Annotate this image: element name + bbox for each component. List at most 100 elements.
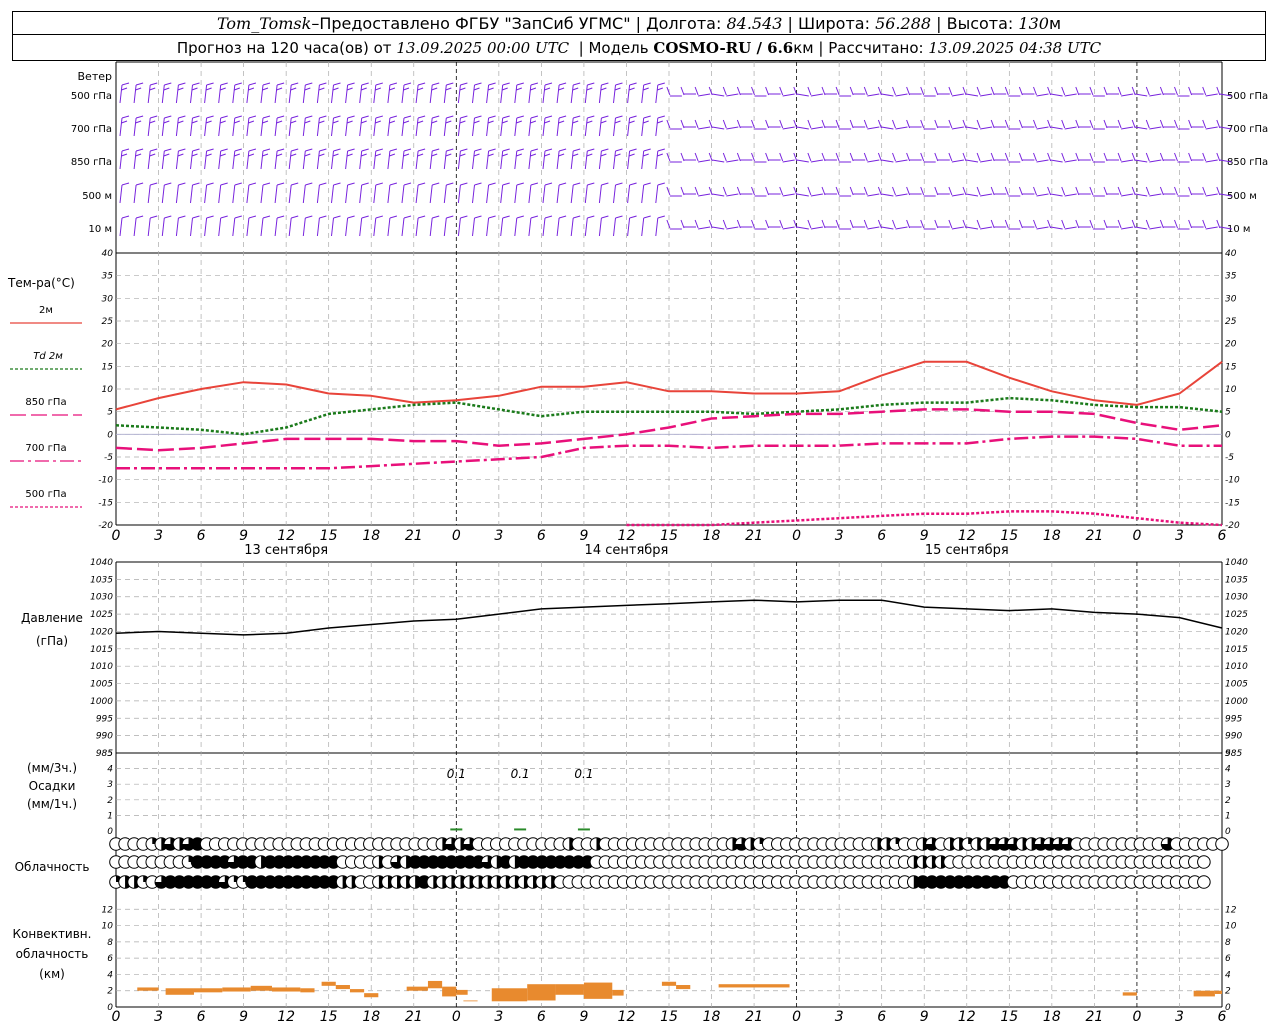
y-tick-label: -15 xyxy=(98,498,113,508)
convective-cloud-bar xyxy=(442,986,457,997)
wind-barb xyxy=(443,184,447,204)
wind-barb xyxy=(218,150,222,170)
wind-barb xyxy=(316,150,320,170)
wind-barb xyxy=(373,150,377,170)
wind-barb xyxy=(613,117,616,137)
wind-barb xyxy=(291,215,299,219)
wind-barb xyxy=(432,115,440,119)
wind-barb xyxy=(204,150,208,170)
wind-barb xyxy=(544,115,553,119)
wind-barb xyxy=(542,150,546,170)
wind-barb xyxy=(500,184,504,204)
wind-barb xyxy=(177,120,184,124)
wind-barb xyxy=(516,153,522,157)
wind-barb xyxy=(573,115,581,119)
wind-barb xyxy=(135,115,144,119)
wind-barb xyxy=(1050,226,1063,230)
wind-barb xyxy=(302,184,306,204)
wind-barb xyxy=(276,120,283,124)
wind-barb xyxy=(810,159,823,163)
wind-barb xyxy=(1121,126,1134,130)
wind-barb xyxy=(121,153,128,157)
wind-barb xyxy=(528,217,532,237)
wind-barb xyxy=(246,184,250,204)
wind-barb xyxy=(807,86,812,96)
wind-barb xyxy=(501,87,508,91)
cloud-symbol xyxy=(1197,855,1211,869)
convective-cloud-bar xyxy=(527,984,556,1001)
wind-barb xyxy=(472,84,475,104)
wind-barb xyxy=(457,117,461,137)
x-tick-label: 15 xyxy=(660,1009,678,1024)
y-tick-label: 6 xyxy=(1225,954,1231,964)
wind-barb xyxy=(248,148,257,152)
wind-barb xyxy=(177,153,184,157)
x-tick-label: 9 xyxy=(579,528,588,544)
wind-barb xyxy=(530,153,537,157)
wind-barb xyxy=(161,150,165,170)
wind-level-label: 500 гПа xyxy=(1227,91,1268,102)
wind-barb xyxy=(881,126,894,130)
wind-barb xyxy=(516,148,524,152)
wind-barb xyxy=(680,119,685,129)
wind-barb xyxy=(849,186,854,196)
wind-level-label: 500 гПа xyxy=(71,91,112,102)
wind-barb xyxy=(488,182,496,186)
wind-barb xyxy=(204,117,208,137)
wind-barb xyxy=(206,115,214,119)
wind-barb xyxy=(234,215,242,219)
wind-barb xyxy=(274,217,278,237)
wind-barb xyxy=(246,150,250,170)
x-tick-label: 9 xyxy=(920,1009,929,1024)
wind-barb xyxy=(934,152,939,162)
wind-barb xyxy=(1145,186,1150,196)
wind-barb xyxy=(401,117,405,137)
y-tick-label: 20 xyxy=(1225,340,1237,350)
wind-barb xyxy=(375,215,383,219)
wind-barb xyxy=(722,219,727,229)
wind-barb xyxy=(544,87,551,91)
wind-barb xyxy=(473,120,480,124)
wind-barb xyxy=(627,84,631,104)
wind-barb xyxy=(796,193,809,197)
wind-barb xyxy=(401,84,405,104)
wind-barb xyxy=(135,215,144,219)
wind-barb xyxy=(1149,226,1162,230)
convective-cloud-bar xyxy=(406,986,428,991)
wind-barb xyxy=(1061,119,1066,129)
wind-barb xyxy=(516,120,522,124)
wind-barb xyxy=(657,120,663,124)
wind-barb xyxy=(417,87,424,91)
wind-barb xyxy=(417,115,426,119)
y-tick-label: 40 xyxy=(102,249,114,259)
wind-barb xyxy=(572,153,579,157)
wind-barb xyxy=(147,184,151,204)
y-tick-label: 1010 xyxy=(90,662,113,672)
wind-barb xyxy=(1145,219,1150,229)
pressure-unit: (гПа) xyxy=(36,634,68,648)
wind-barb xyxy=(849,119,854,129)
convective-cloud-bar xyxy=(137,987,159,991)
wind-barb xyxy=(598,217,602,237)
wind-barb xyxy=(657,87,663,91)
wind-barb xyxy=(332,120,339,124)
y-tick-label: 0 xyxy=(1225,1003,1231,1013)
wind-barb xyxy=(892,186,896,196)
y-tick-label: 2 xyxy=(107,796,113,806)
wind-barb xyxy=(347,182,355,186)
y-tick-label: 0 xyxy=(107,1003,113,1013)
convective-cloud-bar xyxy=(718,984,790,988)
wind-barb xyxy=(895,126,908,130)
y-tick-label: 1000 xyxy=(90,697,113,707)
convective-cloud-bar xyxy=(193,988,223,993)
wind-barb xyxy=(1050,93,1063,97)
wind-barb xyxy=(331,84,334,104)
y-tick-label: 25 xyxy=(1225,317,1237,327)
wind-barb xyxy=(488,82,496,86)
x-tick-label: 9 xyxy=(239,528,248,544)
x-tick-label: 3 xyxy=(494,528,503,544)
wind-barb xyxy=(445,120,452,124)
wind-barb xyxy=(347,215,355,219)
wind-barb xyxy=(572,87,579,91)
x-tick-label: 12 xyxy=(277,1009,295,1024)
